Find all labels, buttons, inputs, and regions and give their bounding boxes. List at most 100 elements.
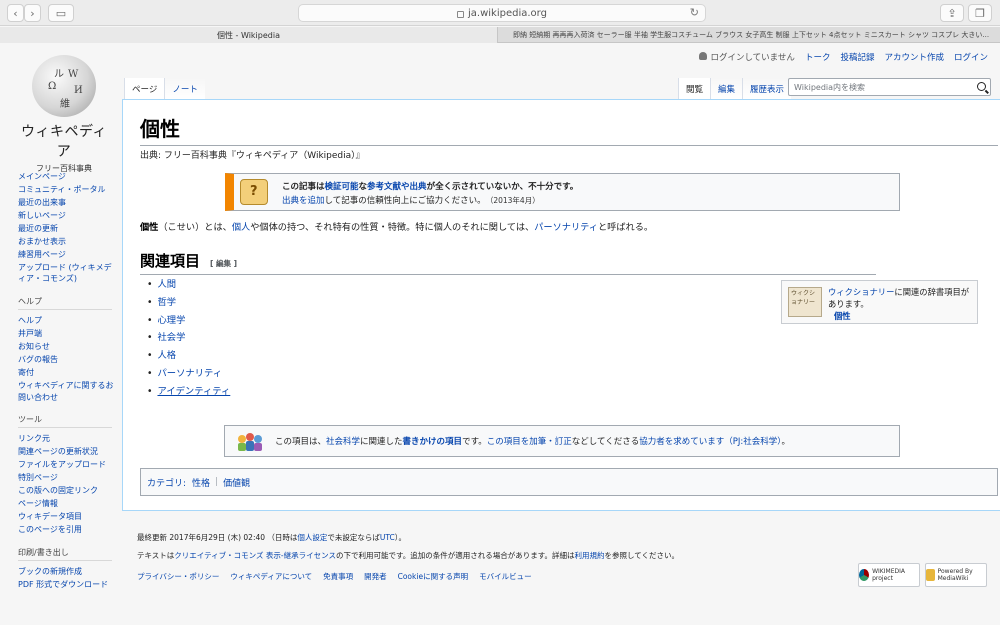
personal-settings-link[interactable]: 個人設定 xyxy=(297,533,327,542)
footer-link[interactable]: 開発者 xyxy=(364,568,387,586)
sidebar-item[interactable]: PDF 形式でダウンロード xyxy=(18,579,118,590)
back-button[interactable]: ‹ xyxy=(7,4,24,22)
references-link[interactable]: 参考文献や出典 xyxy=(367,182,427,192)
stub-link[interactable]: 書きかけの項目 xyxy=(403,437,463,447)
sidebar-item[interactable]: 最近の出来事 xyxy=(18,197,118,208)
sidebar-item[interactable]: ブックの新規作成 xyxy=(18,566,118,577)
sidebar: メインページ コミュニティ・ポータル 最近の出来事 新しいページ 最近の更新 お… xyxy=(18,171,118,602)
wikimedia-project-badge[interactable]: WIKIMEDIA project xyxy=(858,563,920,587)
helpers-link[interactable]: 協力者を求めています xyxy=(639,437,724,447)
wikipedia-logo[interactable]: W Ω ル И 維 ウィキペディア フリー百科事典 xyxy=(14,55,114,173)
related-link[interactable]: 人格 xyxy=(157,350,176,361)
project-link[interactable]: （PJ:社会科学） xyxy=(724,437,781,447)
namespace-tabs: ページ ノート xyxy=(124,78,205,99)
list-item: 人間 xyxy=(147,276,230,294)
related-link[interactable]: 哲学 xyxy=(157,297,176,308)
sidebar-item[interactable]: アップロード (ウィキメディア・コモンズ) xyxy=(18,262,118,285)
utc-link[interactable]: UTC xyxy=(380,533,395,542)
tab-history[interactable]: 履歴表示 xyxy=(742,78,792,99)
add-sources-link[interactable]: 出典を追加 xyxy=(282,196,325,206)
globe-icon: W Ω ル И 維 xyxy=(32,55,96,117)
tab-page[interactable]: ページ xyxy=(124,78,165,99)
notice-date: （2013年4月） xyxy=(489,196,540,205)
sidebar-item[interactable]: バグの報告 xyxy=(18,354,118,365)
sidebar-item[interactable]: ウィキデータ項目 xyxy=(18,511,118,522)
person-link[interactable]: 個人 xyxy=(232,222,250,233)
category-divider: | xyxy=(215,477,219,487)
social-science-icon xyxy=(238,433,262,451)
sidebar-item[interactable]: 最近の更新 xyxy=(18,223,118,234)
sidebar-item[interactable]: メインページ xyxy=(18,171,118,182)
edit-article-link[interactable]: この項目を加筆・訂正 xyxy=(487,437,572,447)
sidebar-heading-tools: ツール xyxy=(18,414,112,429)
wiktionary-box: ウィクショナリー ウィクショナリーに関連の辞書項目があります。 個性 xyxy=(781,280,978,324)
verifiable-link[interactable]: 検証可能 xyxy=(325,182,359,192)
terms-link[interactable]: 利用規約 xyxy=(574,551,604,560)
browser-tab-active[interactable]: 個性 - Wikipedia xyxy=(0,27,498,43)
article-content: 個性 出典: フリー百科事典『ウィキペディア（Wikipedia）』 この記事は… xyxy=(122,99,1000,511)
sidebar-item[interactable]: リンク元 xyxy=(18,433,118,444)
sidebar-item[interactable]: 練習用ページ xyxy=(18,249,118,260)
footer-links: プライバシー・ポリシー ウィキペディアについて 免責事項 開発者 Cookieに… xyxy=(137,568,679,586)
category-link[interactable]: 価値観 xyxy=(223,476,250,489)
search-icon[interactable] xyxy=(977,82,986,91)
create-account-link[interactable]: アカウント作成 xyxy=(884,51,944,63)
tab-talk[interactable]: ノート xyxy=(164,78,205,99)
edit-section-link[interactable]: [ 編集 ] xyxy=(210,259,237,268)
mediawiki-badge[interactable]: Powered By MediaWiki xyxy=(925,563,987,587)
search-input[interactable]: Wikipedia内を検索 xyxy=(788,78,991,96)
sidebar-item[interactable]: 関連ページの更新状況 xyxy=(18,446,118,457)
tabs-overview-button[interactable]: ❐ xyxy=(968,4,992,22)
footer-link[interactable]: ウィキペディアについて xyxy=(230,568,312,586)
tab-edit[interactable]: 編集 xyxy=(710,78,743,99)
license-notice: テキストはクリエイティブ・コモンズ 表示-継承ライセンスの下で利用可能です。追加… xyxy=(137,550,680,560)
list-item: 心理学 xyxy=(147,312,230,330)
list-item: パーソナリティ xyxy=(147,365,230,383)
contributions-link[interactable]: 投稿記録 xyxy=(840,51,874,63)
sidebar-item[interactable]: おまかせ表示 xyxy=(18,236,118,247)
sidebar-item[interactable]: 寄付 xyxy=(18,367,118,378)
sidebar-item[interactable]: お知らせ xyxy=(18,341,118,352)
tab-read[interactable]: 閲覧 xyxy=(678,78,711,99)
forward-button[interactable]: › xyxy=(24,4,41,22)
sidebar-item[interactable]: この版への固定リンク xyxy=(18,485,118,496)
footer-link[interactable]: 免責事項 xyxy=(323,568,353,586)
sidebar-item[interactable]: 新しいページ xyxy=(18,210,118,221)
related-list: 人間 哲学 心理学 社会学 人格 パーソナリティ アイデンティティ xyxy=(147,276,230,401)
license-link[interactable]: クリエイティブ・コモンズ 表示-継承ライセンス xyxy=(174,551,336,560)
reload-icon[interactable]: ↻ xyxy=(690,6,699,19)
wiktionary-link[interactable]: ウィクショナリー xyxy=(828,287,894,297)
wiktionary-word-link[interactable]: 個性 xyxy=(834,311,851,321)
sidebar-toggle-button[interactable]: ▭ xyxy=(48,4,74,22)
footer-link[interactable]: モバイルビュー xyxy=(479,568,532,586)
sidebar-item[interactable]: 井戸端 xyxy=(18,328,118,339)
footer-link[interactable]: Cookieに関する声明 xyxy=(398,568,468,586)
related-link[interactable]: アイデンティティ xyxy=(157,386,230,397)
social-science-link[interactable]: 社会科学 xyxy=(326,437,360,447)
sidebar-item[interactable]: ファイルをアップロード xyxy=(18,459,118,470)
user-icon xyxy=(699,52,708,60)
categories-label[interactable]: カテゴリ: xyxy=(147,476,186,489)
related-link[interactable]: 人間 xyxy=(157,279,176,290)
page: W Ω ル И 維 ウィキペディア フリー百科事典 メインページ コミュニティ・… xyxy=(0,43,1000,625)
category-link[interactable]: 性格 xyxy=(192,476,210,489)
sidebar-item[interactable]: このページを引用 xyxy=(18,524,118,535)
browser-tab-inactive[interactable]: 即納 短納期 再再再入荷済 セーラー服 半袖 学生服コスチューム ブラウス 女子… xyxy=(499,27,1000,43)
address-bar[interactable]: ja.wikipedia.org ↻ xyxy=(298,4,706,22)
sidebar-item[interactable]: ページ情報 xyxy=(18,498,118,509)
page-title: 個性 xyxy=(140,113,998,146)
login-link[interactable]: ログイン xyxy=(954,51,988,63)
personality-link[interactable]: パーソナリティ xyxy=(534,222,598,233)
footer-link[interactable]: プライバシー・ポリシー xyxy=(137,568,219,586)
wiktionary-text: ウィクショナリーに関連の辞書項目があります。 個性 xyxy=(828,287,970,321)
related-link[interactable]: 心理学 xyxy=(157,315,185,326)
related-link[interactable]: 社会学 xyxy=(157,332,185,343)
sidebar-heading-help: ヘルプ xyxy=(18,296,112,311)
sidebar-item[interactable]: コミュニティ・ポータル xyxy=(18,184,118,195)
sidebar-item[interactable]: ヘルプ xyxy=(18,315,118,326)
share-button[interactable]: ⇪ xyxy=(940,4,964,22)
sidebar-item[interactable]: 特別ページ xyxy=(18,472,118,483)
talk-link[interactable]: トーク xyxy=(805,51,831,63)
related-link[interactable]: パーソナリティ xyxy=(157,368,222,379)
sidebar-item[interactable]: ウィキペディアに関するお問い合わせ xyxy=(18,380,118,403)
